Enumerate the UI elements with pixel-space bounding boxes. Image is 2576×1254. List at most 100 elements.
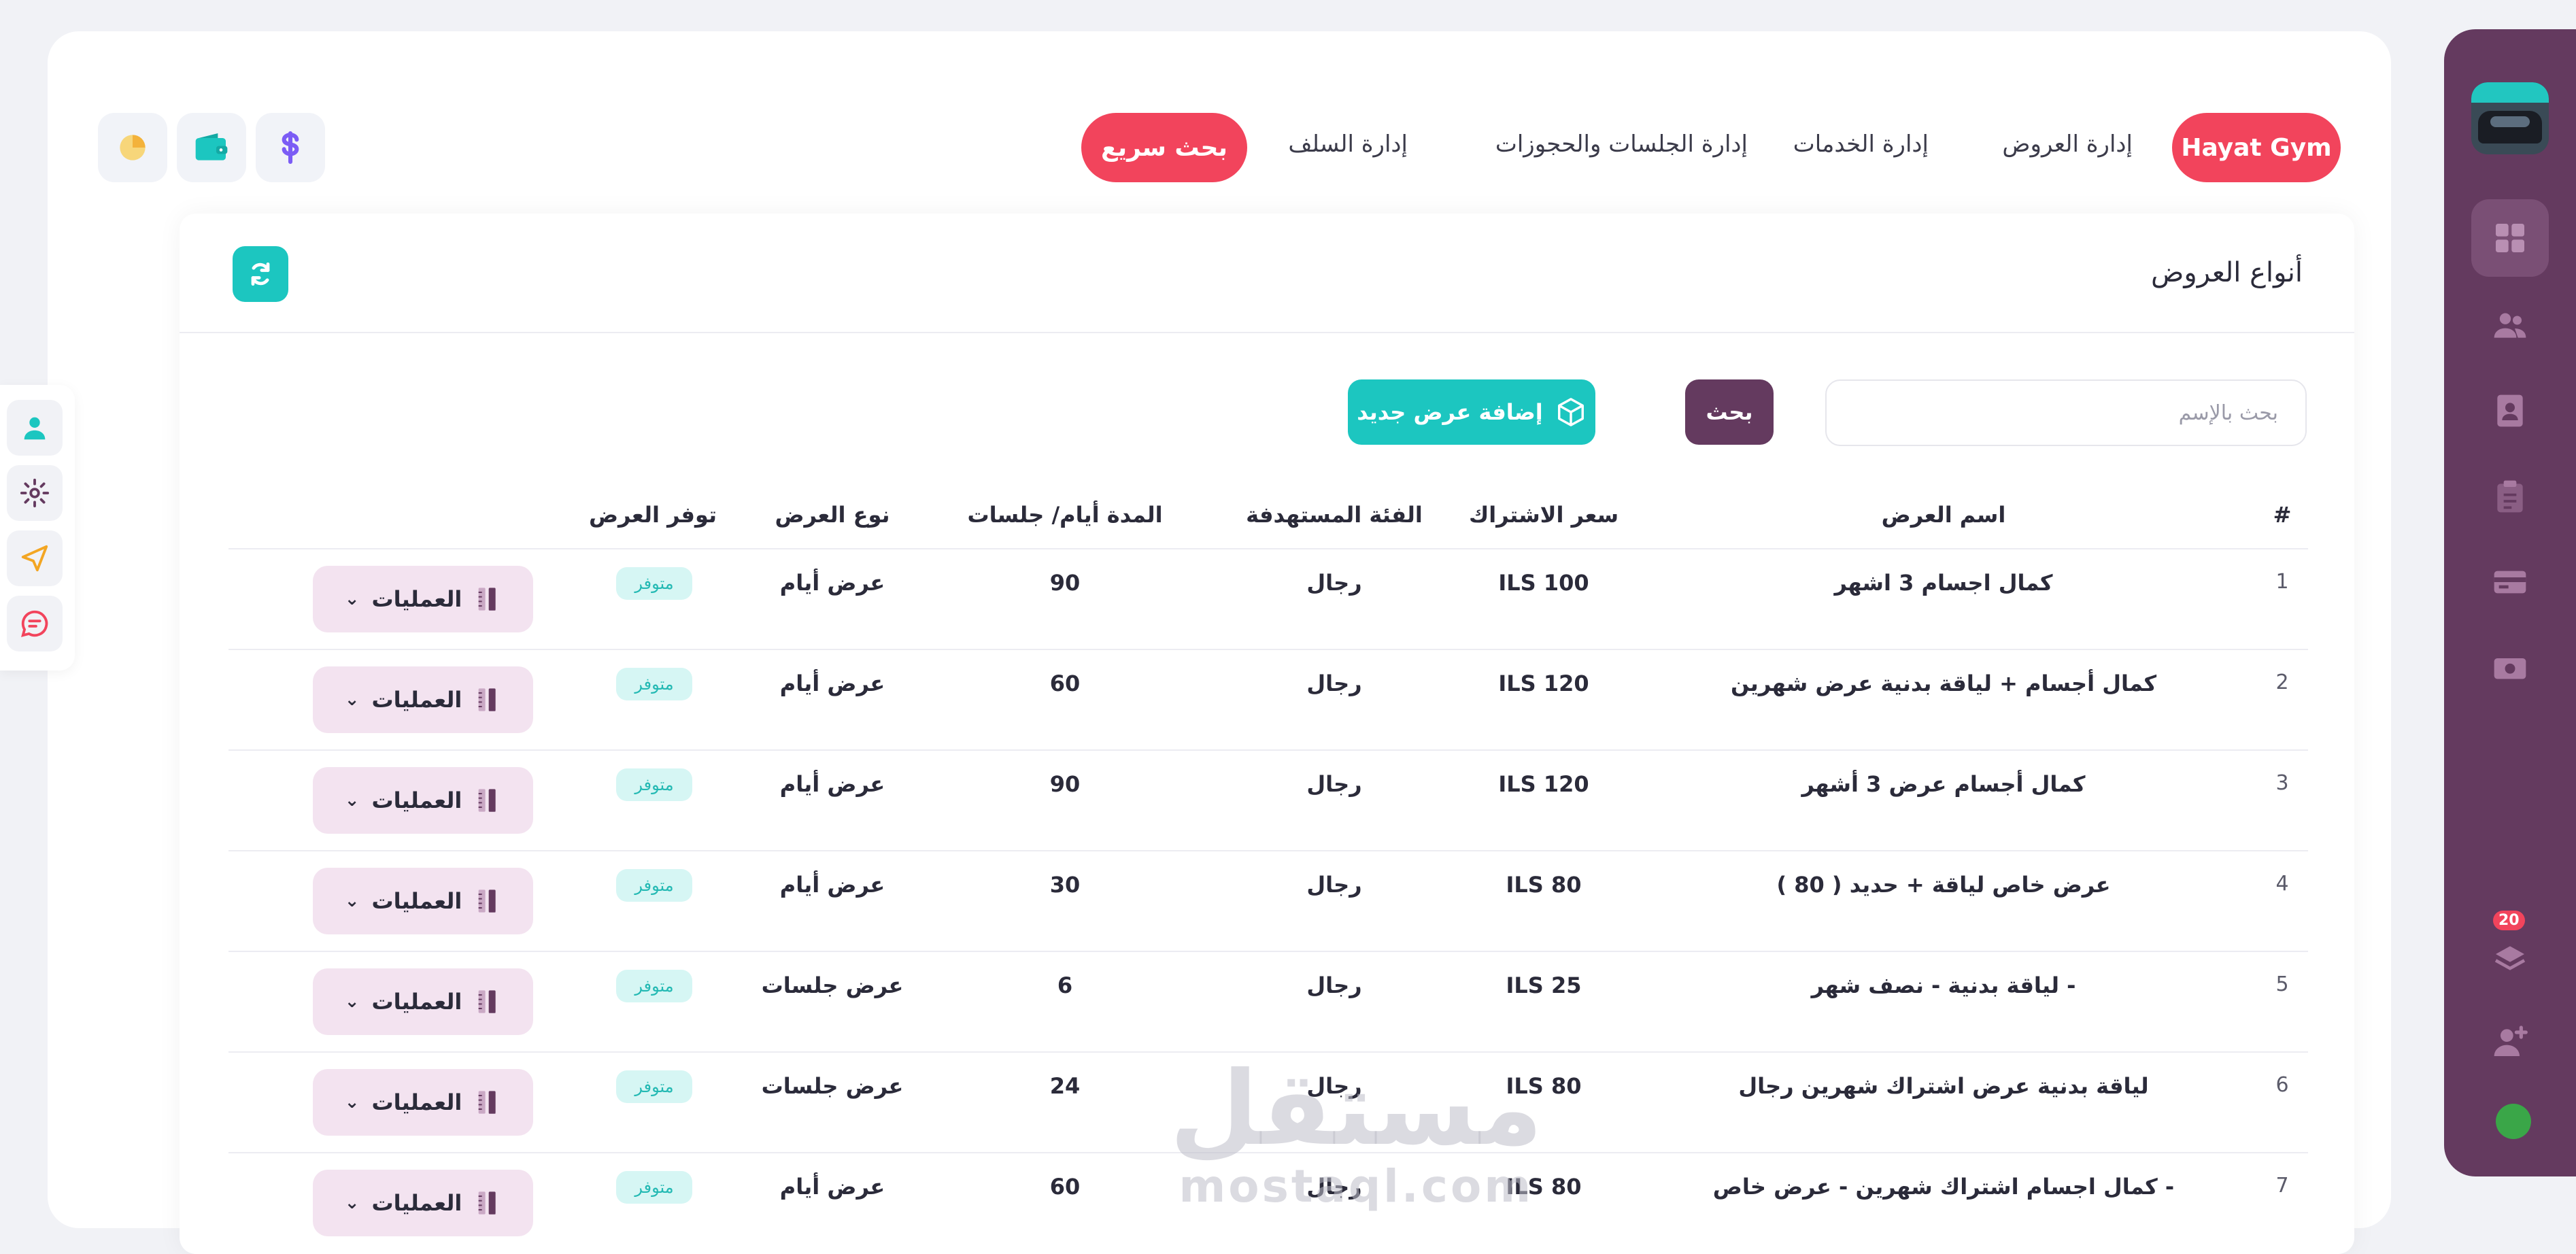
row-category: رجال xyxy=(1306,570,1362,596)
nav-offers-management[interactable]: إدارة العروض xyxy=(2002,131,2133,158)
availability-badge: متوفر xyxy=(616,768,692,801)
availability-badge: متوفر xyxy=(616,567,692,600)
operations-button[interactable]: ⌄ العمليات xyxy=(313,868,533,934)
row-price: ILS 120 xyxy=(1498,771,1589,797)
row-price: ILS 100 xyxy=(1498,570,1589,596)
sidebar: 20 xyxy=(2444,29,2576,1176)
row-price: ILS 25 xyxy=(1506,972,1582,998)
row-duration: 60 xyxy=(1049,1174,1081,1200)
quick-tools-panel xyxy=(0,385,75,671)
operations-button[interactable]: ⌄ العمليات xyxy=(313,566,533,632)
row-duration: 6 xyxy=(1057,972,1073,998)
dollar-icon[interactable] xyxy=(256,113,325,182)
operations-button[interactable]: ⌄ العمليات xyxy=(313,1170,533,1236)
row-index: 3 xyxy=(2275,771,2289,795)
add-offer-button[interactable]: إضافة عرض جديد xyxy=(1348,379,1595,445)
chevron-down-icon: ⌄ xyxy=(344,790,360,811)
row-price: ILS 80 xyxy=(1506,872,1582,898)
row-index: 5 xyxy=(2275,972,2289,996)
row-duration: 90 xyxy=(1049,771,1081,797)
send-icon[interactable] xyxy=(7,530,63,586)
row-offer-name: عرض خاص لياقة + حديد ( 80 ) xyxy=(1776,872,2111,898)
pencil-ruler-icon xyxy=(478,688,496,711)
chevron-down-icon: ⌄ xyxy=(344,1092,360,1113)
operations-label: العمليات xyxy=(371,787,462,813)
language-flag-icon[interactable] xyxy=(2496,1104,2531,1139)
search-input[interactable] xyxy=(1825,379,2307,446)
row-offer-type: عرض أيام xyxy=(779,570,885,596)
watermark: مستقل mostaql.com xyxy=(1170,1058,1543,1213)
refresh-button[interactable] xyxy=(233,246,288,302)
row-offer-name: كمال اجسام اشتراك شهرين - عرض خاص - xyxy=(1712,1174,2175,1200)
row-offer-name: كمال اجسام 3 اشهر xyxy=(1834,570,2053,596)
operations-label: العمليات xyxy=(371,888,462,914)
panel-divider xyxy=(180,332,2354,333)
chevron-down-icon: ⌄ xyxy=(344,992,360,1012)
row-offer-type: عرض جلسات xyxy=(761,972,904,998)
row-offer-name: كمال أجسام عرض 3 أشهر xyxy=(1801,771,2086,797)
wallet-icon[interactable] xyxy=(177,113,246,182)
row-index: 7 xyxy=(2275,1174,2289,1198)
operations-button[interactable]: ⌄ العمليات xyxy=(313,666,533,733)
box-icon xyxy=(1557,398,1584,426)
col-availability: توفر العرض xyxy=(588,502,717,528)
add-user-icon[interactable] xyxy=(2471,1003,2549,1081)
offers-stack-icon[interactable]: 20 xyxy=(2471,911,2549,998)
row-offer-name: لياقة بدنية - نصف شهر - xyxy=(1811,972,2076,998)
avatar[interactable] xyxy=(2471,82,2549,154)
col-index: # xyxy=(2273,502,2292,528)
row-category: رجال xyxy=(1306,771,1362,797)
row-category: رجال xyxy=(1306,972,1362,998)
search-button[interactable]: بحث xyxy=(1685,379,1774,445)
table-row: 4 عرض خاص لياقة + حديد ( 80 ) ILS 80 رجال 30… xyxy=(228,850,2308,951)
operations-label: العمليات xyxy=(371,1089,462,1115)
row-offer-name: لياقة بدنية عرض اشتراك شهرين رجال xyxy=(1738,1073,2149,1099)
nav-sessions-bookings[interactable]: إدارة الجلسات والحجوزات xyxy=(1495,131,1748,158)
col-duration: المدة أيام/ جلسات xyxy=(967,502,1163,528)
brand-button[interactable]: Hayat Gym xyxy=(2172,113,2341,182)
user-icon[interactable] xyxy=(7,400,63,456)
availability-badge: متوفر xyxy=(616,1070,692,1103)
card-icon[interactable] xyxy=(2471,543,2549,621)
operations-label: العمليات xyxy=(371,586,462,612)
chevron-down-icon: ⌄ xyxy=(344,589,360,609)
nav-services-management[interactable]: إدارة الخدمات xyxy=(1793,131,1929,158)
row-category: رجال xyxy=(1306,872,1362,898)
operations-label: العمليات xyxy=(371,687,462,713)
row-duration: 60 xyxy=(1049,671,1081,696)
operations-button[interactable]: ⌄ العمليات xyxy=(313,767,533,834)
nav-advances-management[interactable]: إدارة السلف xyxy=(1288,131,1408,158)
users-icon[interactable] xyxy=(2471,286,2549,364)
col-category: الفئة المستهدفة xyxy=(1246,502,1423,528)
availability-badge: متوفر xyxy=(616,970,692,1002)
clipboard-icon[interactable] xyxy=(2471,458,2549,535)
table-row: 5 لياقة بدنية - نصف شهر - ILS 25 رجال 6 عرض ج… xyxy=(228,951,2308,1051)
gear-icon[interactable] xyxy=(7,465,63,521)
row-index: 4 xyxy=(2275,872,2289,896)
chat-icon[interactable] xyxy=(7,596,63,651)
dashboard-icon[interactable] xyxy=(2471,199,2549,277)
row-index: 6 xyxy=(2275,1073,2289,1097)
row-offer-type: عرض أيام xyxy=(779,872,885,898)
row-index: 2 xyxy=(2275,671,2289,694)
quick-search-button[interactable]: بحث سريع xyxy=(1081,113,1247,182)
pie-chart-icon[interactable] xyxy=(98,113,167,182)
row-duration: 30 xyxy=(1049,872,1081,898)
chevron-down-icon: ⌄ xyxy=(344,690,360,710)
table-row: 3 كمال أجسام عرض 3 أشهر ILS 120 رجال 90 عرض أ… xyxy=(228,749,2308,850)
row-price: ILS 120 xyxy=(1498,671,1589,696)
chevron-down-icon: ⌄ xyxy=(344,891,360,911)
row-offer-type: عرض أيام xyxy=(779,671,885,696)
col-price: سعر الاشتراك xyxy=(1468,502,1619,528)
cash-icon[interactable] xyxy=(2471,629,2549,707)
watermark-arabic: مستقل xyxy=(1170,1050,1543,1168)
operations-button[interactable]: ⌄ العمليات xyxy=(313,968,533,1035)
notification-badge: 20 xyxy=(2493,911,2525,930)
pencil-ruler-icon xyxy=(478,1091,496,1114)
contact-card-icon[interactable] xyxy=(2471,372,2549,450)
operations-button[interactable]: ⌄ العمليات xyxy=(313,1069,533,1136)
table-row: 2 كمال أجسام + لياقة بدنية عرض شهرين ILS 1… xyxy=(228,649,2308,749)
row-category: رجال xyxy=(1306,671,1362,696)
row-index: 1 xyxy=(2275,570,2289,594)
row-duration: 24 xyxy=(1049,1073,1081,1099)
